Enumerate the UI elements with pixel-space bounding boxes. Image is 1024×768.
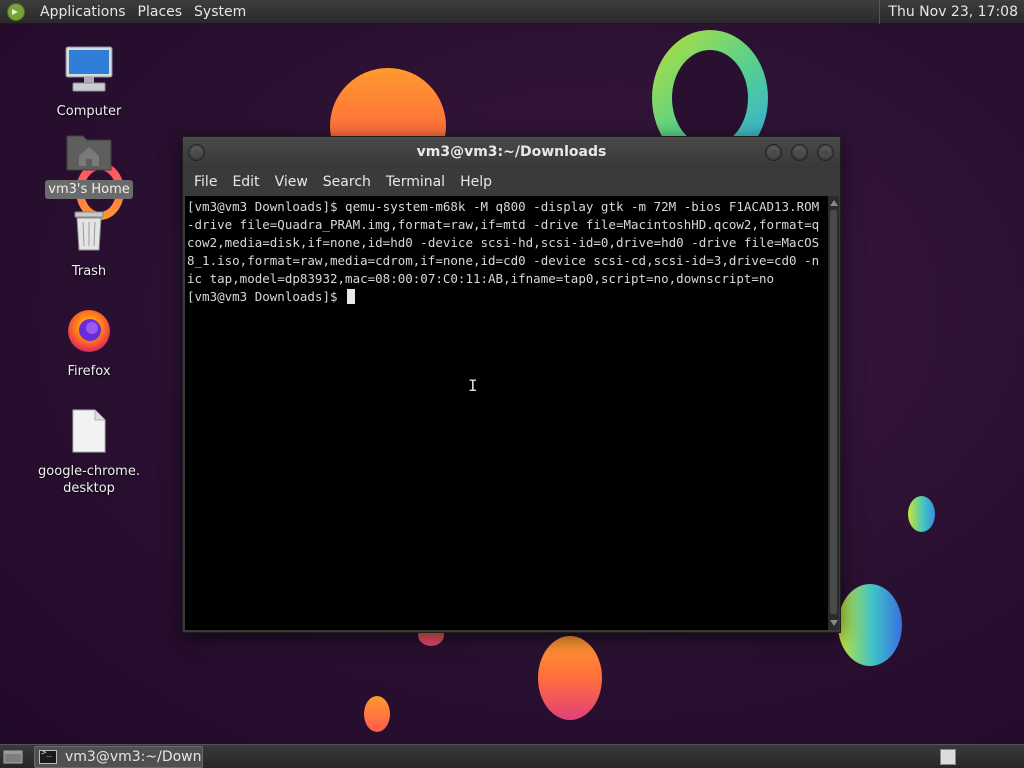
desktop-icon-computer[interactable]: Computer [34,44,144,121]
trash-icon [34,208,144,258]
desktop-icon-label: vm3's Home [45,180,133,199]
places-menu[interactable]: Places [132,0,189,24]
menu-view[interactable]: View [269,174,314,190]
panel-clock[interactable]: Thu Nov 23, 17:08 [879,0,1024,24]
workspace-switcher[interactable] [940,749,956,765]
desktop-icon-label: Firefox [67,364,111,379]
menu-search[interactable]: Search [317,174,377,190]
file-icon [34,408,144,458]
maximize-button[interactable] [791,144,808,161]
scroll-down-arrow-icon[interactable] [830,620,838,626]
terminal-menubar: File Edit View Search Terminal Help [183,168,840,196]
decor-small-green-circle [908,496,935,532]
menu-file[interactable]: File [188,174,223,190]
firefox-icon [34,306,144,358]
menu-help[interactable]: Help [454,174,498,190]
mate-logo-icon[interactable] [6,2,26,22]
applications-menu[interactable]: Applications [34,0,132,24]
window-titlebar[interactable]: vm3@vm3:~/Downloads [183,137,840,168]
decor-green-circle [838,584,902,666]
terminal-command-output: [vm3@vm3 Downloads]$ qemu-system-m68k -M… [187,199,820,286]
close-button[interactable] [817,144,834,161]
desktop-icon-label: Trash [71,264,107,279]
terminal-scrollbar[interactable] [828,196,839,630]
scrollbar-thumb[interactable] [830,210,837,614]
show-desktop-icon[interactable] [3,748,23,766]
window-title: vm3@vm3:~/Downloads [416,144,607,160]
desktop-icon-label: Computer [56,104,122,119]
desktop-icon-firefox[interactable]: Firefox [34,306,144,381]
text-cursor [347,289,356,304]
terminal-prompt: [vm3@vm3 Downloads]$ [187,289,346,304]
scroll-up-arrow-icon[interactable] [830,200,838,206]
taskbar-button-label: vm3@vm3:~/Downl... [65,749,202,765]
desktop-icon-home[interactable]: vm3's Home [34,130,144,199]
taskbar-terminal-button[interactable]: vm3@vm3:~/Downl... [34,746,203,768]
system-menu[interactable]: System [188,0,252,24]
terminal-icon [39,748,57,764]
menu-edit[interactable]: Edit [226,174,265,190]
desktop-icon-trash[interactable]: Trash [34,208,144,281]
computer-icon [34,44,144,98]
bottom-panel: vm3@vm3:~/Downl... [0,744,1024,768]
desktop-icon-google-chrome[interactable]: google-chrome. desktop [34,408,144,498]
decor-small-orange-oval [364,696,390,732]
ibeam-cursor-icon: I [468,376,478,395]
terminal-window[interactable]: vm3@vm3:~/Downloads File Edit View Searc… [182,136,841,633]
home-folder-icon [34,130,144,176]
window-menu-button[interactable] [188,144,205,161]
top-panel: Applications Places System Thu Nov 23, 1… [0,0,1024,24]
desktop-icon-label: google-chrome. desktop [38,464,140,496]
minimize-button[interactable] [765,144,782,161]
decor-orange-oval [538,636,602,720]
terminal-output[interactable]: [vm3@vm3 Downloads]$ qemu-system-m68k -M… [185,196,828,630]
menu-terminal[interactable]: Terminal [380,174,451,190]
